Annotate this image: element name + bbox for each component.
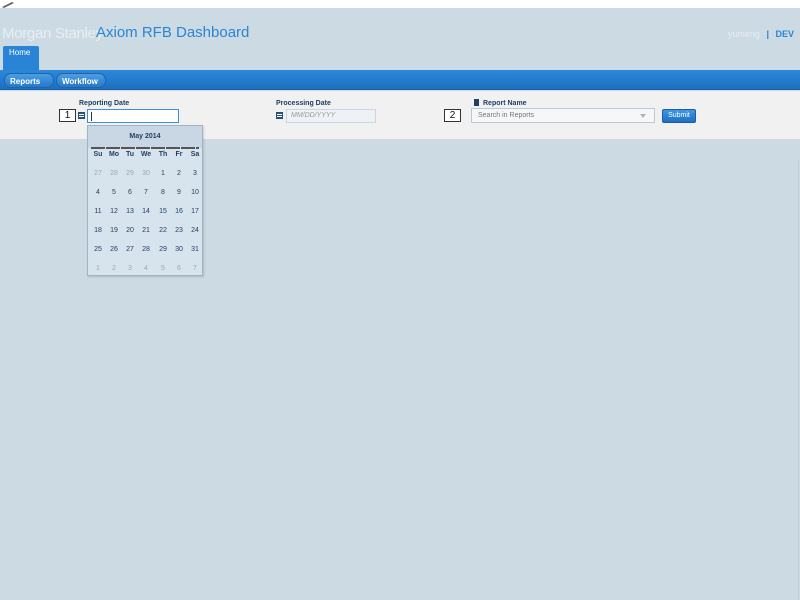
calendar-day[interactable]: 15 <box>155 208 171 215</box>
calendar-day[interactable]: 19 <box>106 227 122 234</box>
calendar-day[interactable]: 5 <box>155 265 171 272</box>
processing-date-input[interactable]: MM/DD/YYYY <box>286 109 376 123</box>
top-strip <box>0 0 800 8</box>
calendar-day[interactable]: 30 <box>138 170 154 177</box>
calendar-day[interactable]: 28 <box>138 246 154 253</box>
calendar-day[interactable]: 2 <box>171 170 187 177</box>
calendar-day[interactable]: 26 <box>106 246 122 253</box>
datepicker-popup: May 2014 Su Mo Tu We Th Fr Sa 27 28 29 30 1 2 3 4 5 6 7 8 9… <box>87 125 203 276</box>
calendar-day[interactable]: 25 <box>90 246 106 253</box>
calendar-day[interactable]: 7 <box>187 265 203 272</box>
calendar-day[interactable]: 16 <box>171 208 187 215</box>
user-area: yumeng | DEV <box>728 29 794 39</box>
processing-date-label: Processing Date <box>276 100 331 107</box>
weekday-header: Th <box>158 151 168 158</box>
document-icon <box>474 99 479 106</box>
calendar-day[interactable]: 27 <box>122 246 138 253</box>
calendar-day[interactable]: 30 <box>171 246 187 253</box>
calendar-day[interactable]: 23 <box>171 227 187 234</box>
workflow-button[interactable]: Workflow <box>56 73 106 88</box>
calendar-day[interactable]: 20 <box>122 227 138 234</box>
reporting-date-input[interactable] <box>87 109 179 123</box>
username[interactable]: yumeng <box>728 29 760 39</box>
calendar-day[interactable]: 2 <box>106 265 122 272</box>
calendar-day[interactable]: 29 <box>155 246 171 253</box>
report-search-placeholder: Search in Reports <box>478 112 535 119</box>
app-title: Axiom RFB Dashboard <box>96 24 250 41</box>
calendar-day[interactable]: 6 <box>171 265 187 272</box>
calendar-day[interactable]: 18 <box>90 227 106 234</box>
submit-button[interactable]: Submit <box>662 109 696 123</box>
weekday-header: Sa <box>190 151 200 158</box>
calendar-day[interactable]: 12 <box>106 208 122 215</box>
text-caret <box>91 112 92 121</box>
chevron-down-icon[interactable] <box>640 114 646 118</box>
calendar-day[interactable]: 29 <box>122 170 138 177</box>
report-name-label: Report Name <box>483 100 527 107</box>
calendar-day[interactable]: 8 <box>155 189 171 196</box>
calendar-day[interactable]: 27 <box>90 170 106 177</box>
calendar-day[interactable]: 17 <box>187 208 203 215</box>
environment-label: DEV <box>775 29 794 39</box>
calendar-divider <box>91 147 199 149</box>
calendar-day[interactable]: 3 <box>187 170 203 177</box>
weekday-header: Mo <box>108 151 120 158</box>
marker-2: 2 <box>444 109 461 122</box>
calendar-day[interactable]: 7 <box>138 189 154 196</box>
calendar-day[interactable]: 13 <box>122 208 138 215</box>
tab-home[interactable]: Home <box>3 46 39 70</box>
calendar-day[interactable]: 5 <box>106 189 122 196</box>
calendar-day[interactable]: 3 <box>122 265 138 272</box>
app-header: Morgan Stanley Axiom RFB Dashboard yumen… <box>0 8 800 70</box>
calendar-day[interactable]: 21 <box>138 227 154 234</box>
calendar-day[interactable]: 6 <box>122 189 138 196</box>
calendar-month-title: May 2014 <box>88 126 202 148</box>
company-logo: Morgan Stanley <box>2 25 103 42</box>
weekday-header: Su <box>93 151 103 158</box>
calendar-day[interactable]: 22 <box>155 227 171 234</box>
weekday-header: Fr <box>175 151 183 158</box>
calendar-day[interactable]: 14 <box>138 208 154 215</box>
calendar-day[interactable]: 31 <box>187 246 203 253</box>
calendar-day[interactable]: 24 <box>187 227 203 234</box>
weekday-header: Tu <box>125 151 135 158</box>
reports-button[interactable]: Reports <box>4 73 54 88</box>
report-search-select[interactable]: Search in Reports <box>471 108 655 123</box>
calendar-day[interactable]: 4 <box>138 265 154 272</box>
calendar-day[interactable]: 10 <box>187 189 203 196</box>
calendar-day[interactable]: 9 <box>171 189 187 196</box>
calendar-icon[interactable] <box>78 112 85 119</box>
calendar-day[interactable]: 1 <box>155 170 171 177</box>
weekday-header: We <box>140 151 152 158</box>
calendar-day[interactable]: 4 <box>90 189 106 196</box>
calendar-day[interactable]: 28 <box>106 170 122 177</box>
calendar-day[interactable]: 11 <box>90 208 106 215</box>
reporting-date-label: Reporting Date <box>79 100 130 107</box>
calendar-icon[interactable] <box>276 112 283 119</box>
calendar-day[interactable]: 1 <box>90 265 106 272</box>
user-separator: | <box>766 29 769 39</box>
marker-1: 1 <box>59 109 76 122</box>
nav-bar: Reports Workflow <box>0 70 800 90</box>
